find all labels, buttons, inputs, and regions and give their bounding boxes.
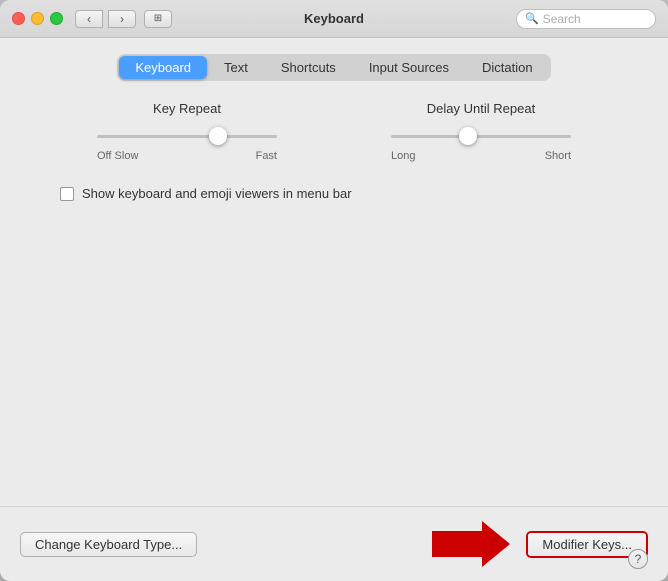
key-repeat-slider[interactable] bbox=[97, 126, 277, 146]
delay-repeat-labels: Long Short bbox=[391, 150, 571, 162]
nav-buttons: ‹ › bbox=[75, 10, 136, 28]
keyboard-preferences-window: ‹ › ⊞ Keyboard 🔍 Search Keyboard Text Sh… bbox=[0, 0, 668, 581]
tab-dictation[interactable]: Dictation bbox=[466, 56, 549, 79]
delay-repeat-right-label: Short bbox=[545, 150, 571, 162]
tab-text[interactable]: Text bbox=[208, 56, 264, 79]
key-repeat-labels: Off Slow Fast bbox=[97, 150, 277, 162]
key-repeat-label: Key Repeat bbox=[153, 101, 221, 116]
key-repeat-group: Key Repeat Off Slow Fast bbox=[77, 101, 297, 162]
key-repeat-thumb[interactable] bbox=[209, 127, 227, 145]
content-area: Keyboard Text Shortcuts Input Sources Di… bbox=[0, 38, 668, 506]
key-repeat-right-label: Fast bbox=[256, 150, 277, 162]
modifier-keys-wrapper: Modifier Keys... bbox=[432, 519, 648, 569]
forward-button[interactable]: › bbox=[108, 10, 136, 28]
change-keyboard-button[interactable]: Change Keyboard Type... bbox=[20, 532, 197, 557]
titlebar: ‹ › ⊞ Keyboard 🔍 Search bbox=[0, 0, 668, 38]
close-button[interactable] bbox=[12, 12, 25, 25]
traffic-lights bbox=[12, 12, 63, 25]
delay-repeat-track bbox=[391, 135, 571, 138]
sliders-section: Key Repeat Off Slow Fast bbox=[20, 101, 648, 162]
checkbox-section: Show keyboard and emoji viewers in menu … bbox=[20, 186, 648, 201]
tab-shortcuts[interactable]: Shortcuts bbox=[265, 56, 352, 79]
key-repeat-track bbox=[97, 135, 277, 138]
delay-repeat-slider[interactable] bbox=[391, 126, 571, 146]
back-button[interactable]: ‹ bbox=[75, 10, 103, 28]
minimize-button[interactable] bbox=[31, 12, 44, 25]
modifier-keys-button[interactable]: Modifier Keys... bbox=[528, 533, 646, 556]
tab-keyboard[interactable]: Keyboard bbox=[119, 56, 207, 79]
maximize-button[interactable] bbox=[50, 12, 63, 25]
bottom-bar: Change Keyboard Type... Modifier Keys...… bbox=[0, 506, 668, 581]
tab-input-sources[interactable]: Input Sources bbox=[353, 56, 465, 79]
emoji-viewer-checkbox[interactable] bbox=[60, 187, 74, 201]
delay-repeat-left-label: Long bbox=[391, 150, 415, 162]
main-area: Key Repeat Off Slow Fast bbox=[20, 101, 648, 490]
search-input[interactable]: Search bbox=[543, 12, 581, 26]
grid-button[interactable]: ⊞ bbox=[144, 10, 172, 28]
emoji-viewer-label: Show keyboard and emoji viewers in menu … bbox=[82, 186, 352, 201]
help-button[interactable]: ? bbox=[628, 549, 648, 569]
delay-repeat-label: Delay Until Repeat bbox=[427, 101, 535, 116]
delay-repeat-thumb[interactable] bbox=[459, 127, 477, 145]
tab-bar: Keyboard Text Shortcuts Input Sources Di… bbox=[117, 54, 550, 81]
key-repeat-left-label: Off Slow bbox=[97, 150, 138, 162]
window-title: Keyboard bbox=[304, 11, 364, 26]
delay-repeat-group: Delay Until Repeat Long Short bbox=[371, 101, 591, 162]
search-box[interactable]: 🔍 Search bbox=[516, 9, 656, 29]
red-arrow-icon bbox=[432, 519, 512, 569]
search-icon: 🔍 bbox=[525, 12, 539, 25]
tab-bar-container: Keyboard Text Shortcuts Input Sources Di… bbox=[20, 54, 648, 81]
